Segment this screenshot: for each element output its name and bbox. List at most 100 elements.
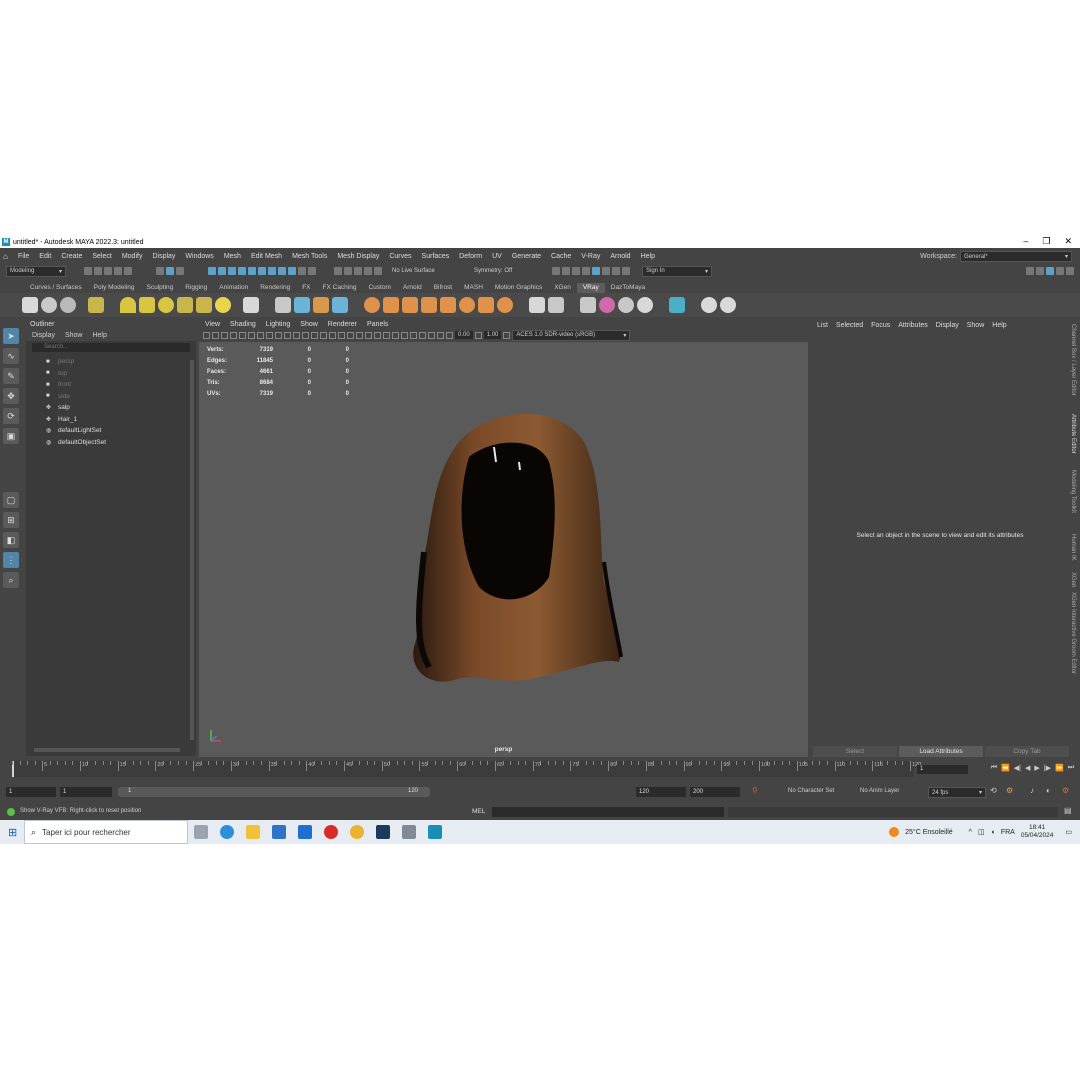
menu-help[interactable]: Help — [636, 253, 660, 260]
script-language-toggle[interactable]: MEL — [472, 808, 485, 815]
film-gate-icon[interactable] — [266, 331, 273, 339]
menu-mesh-tools[interactable]: Mesh Tools — [287, 253, 332, 260]
attr-menu-selected[interactable]: Selected — [836, 320, 863, 332]
menu-edit-mesh[interactable]: Edit Mesh — [246, 253, 287, 260]
snap-projected-icon[interactable] — [238, 267, 246, 275]
render-view-icon[interactable] — [552, 267, 560, 275]
network-icon[interactable]: ◫ — [978, 828, 985, 836]
outliner-item-side[interactable]: ■ side — [26, 391, 196, 403]
attribute-layout-icon[interactable]: ⋮ — [3, 552, 19, 568]
play-backwards-icon[interactable]: ◀ — [1025, 764, 1030, 772]
maya-taskbar-icon[interactable] — [428, 825, 442, 839]
playback-end-field[interactable]: 120 — [636, 787, 686, 797]
toggle-tool-settings-icon[interactable] — [1056, 267, 1064, 275]
open-scene-icon[interactable] — [94, 267, 102, 275]
volume-icon[interactable]: ◖ — [991, 829, 995, 836]
search-icon[interactable]: ⌕ — [3, 572, 19, 588]
toggle-modeling-toolkit-icon[interactable] — [1026, 267, 1034, 275]
2d-pan-zoom-icon[interactable] — [239, 331, 246, 339]
key-settings-icon[interactable]: ⚙ — [1006, 786, 1013, 795]
vray-volume-icon[interactable] — [332, 297, 348, 313]
hair-model[interactable] — [399, 402, 629, 692]
vray-rect-light-icon[interactable] — [139, 297, 155, 313]
3d-viewport[interactable]: Verts: 7319 0 0 Edges: 11845 0 0 Faces: … — [199, 342, 808, 757]
attr-menu-help[interactable]: Help — [992, 320, 1006, 332]
shelf-tab-custom[interactable]: Custom — [362, 283, 396, 293]
input-language[interactable]: FRA — [1001, 829, 1015, 836]
menu-vray[interactable]: V-Ray — [576, 253, 605, 260]
script-editor-icon[interactable]: ▤ — [1064, 806, 1072, 815]
color-management-icon[interactable] — [503, 331, 511, 339]
maximize-button[interactable]: ❐ — [1042, 236, 1050, 247]
task-view-icon[interactable] — [194, 825, 208, 839]
menu-arnold[interactable]: Arnold — [605, 253, 635, 260]
mail-icon[interactable] — [298, 825, 312, 839]
vray-plane-icon[interactable] — [243, 297, 259, 313]
outliner-menu-display[interactable]: Display — [32, 330, 55, 341]
steam-icon[interactable] — [376, 825, 390, 839]
xray-components-icon[interactable] — [437, 331, 444, 339]
attr-menu-show[interactable]: Show — [967, 320, 985, 332]
select-object-icon[interactable] — [166, 267, 174, 275]
outliner-item-persp[interactable]: ■ persp — [26, 356, 196, 368]
vray-ies-light-icon[interactable] — [196, 297, 212, 313]
snap-face-icon[interactable] — [288, 267, 296, 275]
vray-grid-icon[interactable] — [440, 297, 456, 313]
audio-icon[interactable]: ♪ — [1030, 786, 1034, 795]
select-tool-icon[interactable]: ➤ — [3, 328, 19, 344]
vray-help-icon[interactable] — [701, 297, 717, 313]
step-forward-frame-icon[interactable]: |▶ — [1044, 764, 1051, 772]
viewport-menu-panels[interactable]: Panels — [367, 320, 388, 330]
vray-proxy-icon[interactable] — [275, 297, 291, 313]
workspace-dropdown[interactable]: General* ▾ — [960, 251, 1072, 262]
outliner-menu-help[interactable]: Help — [92, 330, 106, 341]
vray-material-icon[interactable] — [88, 297, 104, 313]
side-tab-attribute-editor[interactable]: Attribute Editor — [1070, 414, 1076, 454]
outliner-item-default-light-set[interactable]: ◍ defaultLightSet — [26, 425, 196, 437]
wireframe-icon[interactable] — [320, 331, 327, 339]
viewport-menu-renderer[interactable]: Renderer — [328, 320, 357, 330]
anim-layer-dropdown[interactable]: No Anim Layer — [860, 788, 899, 794]
menu-select[interactable]: Select — [87, 253, 116, 260]
make-live-icon[interactable] — [374, 267, 382, 275]
vray-vfb-icon[interactable] — [60, 297, 76, 313]
shelf-tab-fx[interactable]: FX — [296, 283, 316, 293]
outliner-menu-show[interactable]: Show — [65, 330, 83, 341]
menu-uv[interactable]: UV — [487, 253, 507, 260]
viewport-menu-shading[interactable]: Shading — [230, 320, 256, 330]
outliner-horizontal-scrollbar[interactable] — [34, 748, 180, 752]
exposure-field[interactable]: 0.00 — [455, 331, 473, 339]
animation-start-field[interactable]: 1 — [6, 787, 56, 797]
menu-mesh-display[interactable]: Mesh Display — [332, 253, 384, 260]
shelf-tab-curves-surfaces[interactable]: Curves / Surfaces — [24, 283, 88, 293]
shelf-tab-rendering[interactable]: Rendering — [254, 283, 296, 293]
taskbar-search-input[interactable]: ⌕ Taper ici pour rechercher — [24, 820, 188, 844]
shadows-icon[interactable] — [374, 331, 381, 339]
side-tab-xgen-groom-editor[interactable]: XGen Interactive Groom Editor — [1070, 592, 1076, 674]
menu-cache[interactable]: Cache — [546, 253, 576, 260]
vray-color-icon[interactable] — [599, 297, 615, 313]
outliner-layout-icon[interactable]: ◧ — [3, 532, 19, 548]
safe-action-icon[interactable] — [302, 331, 309, 339]
sign-in-dropdown[interactable]: Sign In ▾ — [642, 265, 712, 277]
play-forwards-icon[interactable]: ▶ — [1034, 764, 1039, 772]
snap-grid-icon[interactable] — [208, 267, 216, 275]
shelf-tab-motion-graphics[interactable]: Motion Graphics — [489, 283, 548, 293]
step-back-frame-icon[interactable]: ◀| — [1014, 764, 1021, 772]
menu-mesh[interactable]: Mesh — [219, 253, 246, 260]
viewport-menu-show[interactable]: Show — [300, 320, 318, 330]
go-to-end-icon[interactable]: ⏭ — [1068, 764, 1074, 772]
outliner-search-input[interactable]: Search... — [32, 343, 190, 352]
shelf-tab-fx-caching[interactable]: FX Caching — [317, 283, 363, 293]
vray-multi-icon[interactable] — [618, 297, 634, 313]
vray-clipper-icon[interactable] — [478, 297, 494, 313]
menu-modify[interactable]: Modify — [117, 253, 148, 260]
toggle-channel-box-icon[interactable] — [1036, 267, 1044, 275]
redo-icon[interactable] — [124, 267, 132, 275]
opera-browser-icon[interactable] — [324, 825, 338, 839]
vray-toon-icon[interactable] — [421, 297, 437, 313]
menu-generate[interactable]: Generate — [507, 253, 546, 260]
menu-surfaces[interactable]: Surfaces — [417, 253, 455, 260]
move-tool-icon[interactable]: ✥ — [3, 388, 19, 404]
side-tab-xgen[interactable]: XGen — [1070, 572, 1076, 587]
